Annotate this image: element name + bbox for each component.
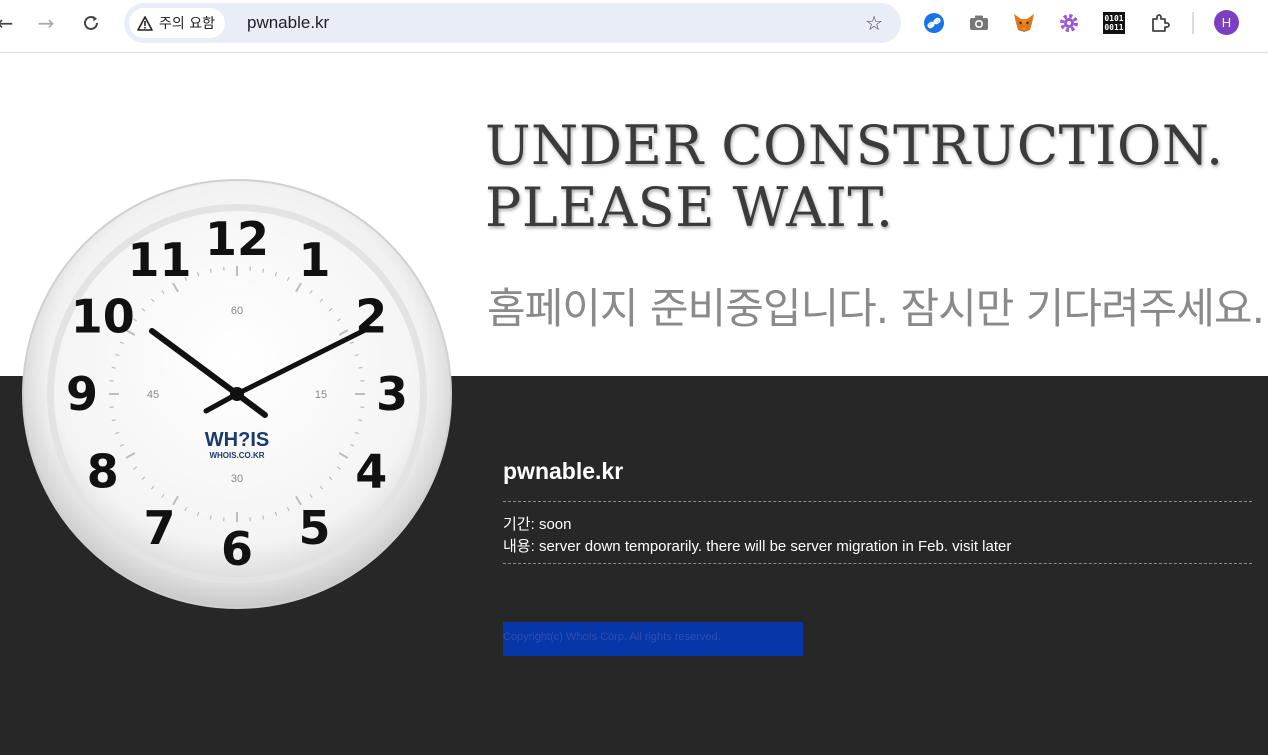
clock-number: 2	[355, 290, 387, 344]
url-text[interactable]: pwnable.kr	[247, 13, 329, 33]
copyright-bar: Copyright(c) WhoIs Corp. All rights rese…	[503, 622, 803, 656]
clock-tick	[262, 515, 265, 520]
warning-icon	[137, 15, 153, 31]
divider-bottom	[503, 563, 1252, 564]
period-label: 기간	[503, 516, 531, 533]
binary-icon[interactable]: 0101 0011	[1101, 10, 1127, 36]
whois-url: WHOIS.CO.KR	[209, 451, 264, 460]
puzzle-icon[interactable]	[1147, 10, 1173, 36]
whois-logo: WH?IS	[205, 429, 269, 451]
clock-number: 6	[221, 522, 253, 576]
clock-number: 4	[355, 445, 387, 499]
security-label: 주의 요함	[159, 16, 215, 32]
forward-icon[interactable]: →	[31, 8, 61, 38]
clock-number: 1	[298, 233, 330, 287]
clock-inner-label: 15	[315, 389, 327, 401]
fox-icon[interactable]	[1011, 10, 1037, 36]
camera-icon[interactable]	[966, 10, 992, 36]
bookmark-star-icon[interactable]: ☆	[865, 11, 883, 35]
clock-center-pin	[230, 387, 244, 401]
page-content: UNDER CONSTRUCTION. PLEASE WAIT. 홈페이지 준비…	[0, 53, 1268, 755]
period-line: 기간: soon	[503, 513, 571, 534]
construction-headline: UNDER CONSTRUCTION. PLEASE WAIT.	[485, 115, 1224, 239]
back-icon[interactable]: ←	[0, 8, 20, 38]
clock-tick	[209, 268, 212, 273]
clock-tick	[209, 515, 212, 520]
clock-tick	[358, 419, 363, 422]
divider-top	[503, 501, 1252, 502]
clock-tick	[111, 366, 116, 369]
toolbar-separator	[1192, 12, 1194, 34]
clock-number: 11	[127, 233, 191, 287]
content-line: 내용: server down temporarily. there will …	[503, 535, 1011, 556]
clock-number: 7	[143, 501, 175, 555]
link-icon[interactable]	[921, 10, 947, 36]
clock-tick	[262, 268, 265, 273]
clock-inner-label: 60	[231, 305, 243, 317]
reload-icon[interactable]	[76, 8, 106, 38]
clock-number: 3	[376, 367, 408, 421]
content-label: 내용	[503, 538, 531, 555]
profile-avatar[interactable]: H	[1214, 10, 1239, 35]
headline-line1: UNDER CONSTRUCTION.	[485, 114, 1224, 177]
clock-image: 12 1234567891011 60153045 WH?IS WHOIS.CO.…	[22, 179, 452, 609]
clock-tick	[358, 366, 363, 369]
site-title: pwnable.kr	[503, 458, 624, 484]
security-chip[interactable]: 주의 요함	[129, 8, 225, 38]
address-bar[interactable]: 주의 요함 pwnable.kr ☆	[124, 3, 901, 43]
clock-inner-label: 30	[231, 473, 243, 485]
browser-toolbar: ← → 주의 요함 pwnable.kr ☆ 0101 0011 H	[0, 0, 1268, 53]
clock-number: 10	[71, 290, 135, 344]
clock-number: 5	[298, 501, 330, 555]
gear-icon[interactable]	[1056, 10, 1082, 36]
content-value: : server down temporarily. there will be…	[530, 538, 1012, 555]
clock-number: 12	[205, 212, 269, 266]
clock-number: 8	[87, 445, 119, 499]
clock-inner-label: 45	[147, 389, 159, 401]
headline-line2: PLEASE WAIT.	[485, 176, 894, 239]
clock-tick	[111, 419, 116, 422]
clock-number: 9	[66, 367, 98, 421]
korean-headline: 홈페이지 준비중입니다. 잠시만 기다려주세요.	[487, 284, 1265, 333]
period-value: : soon	[530, 516, 572, 533]
